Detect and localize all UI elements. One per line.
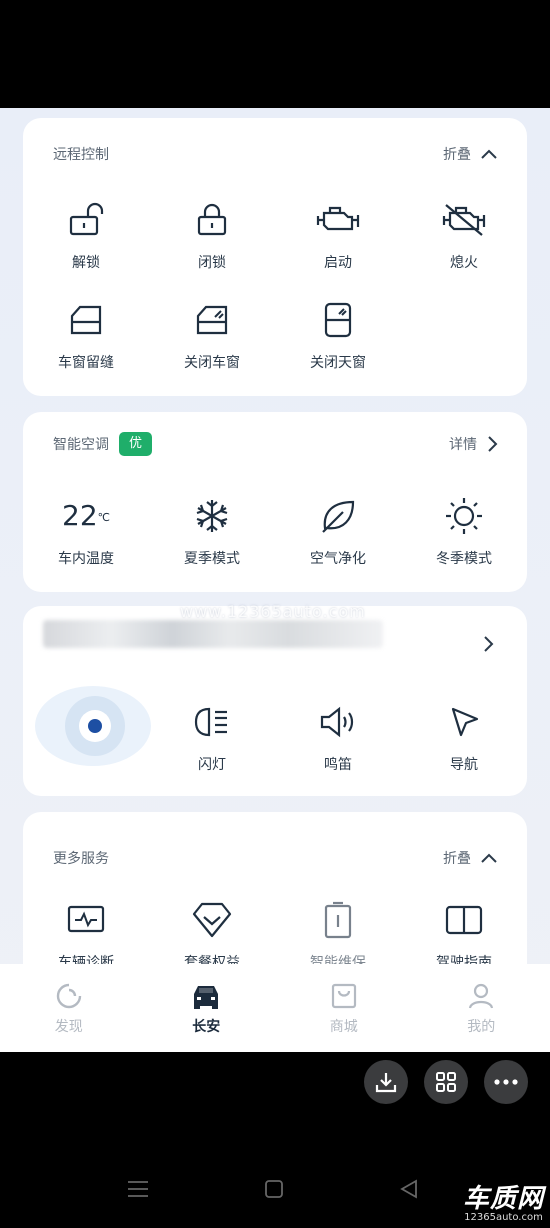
remote-control-title: 远程控制 bbox=[53, 147, 109, 163]
winter-mode-button[interactable]: 冬季模式 bbox=[401, 496, 527, 596]
more-dots-icon bbox=[494, 1079, 518, 1085]
collapse-services-button[interactable]: 折叠 bbox=[443, 848, 497, 868]
tab-discover[interactable]: 发现 bbox=[0, 964, 138, 1052]
grid-icon bbox=[436, 1072, 456, 1092]
chevron-up-icon bbox=[481, 149, 497, 159]
snowflake-icon bbox=[196, 500, 228, 532]
profile-icon bbox=[469, 983, 494, 1009]
package-icon bbox=[192, 902, 232, 938]
close-sunroof-label: 关闭天窗 bbox=[310, 355, 366, 371]
tab-discover-label: 发现 bbox=[54, 1019, 83, 1035]
temperature-value: 22℃ bbox=[62, 499, 110, 532]
home-icon[interactable] bbox=[265, 1180, 283, 1198]
smart-ac-card: 智能空调 优 详情 22℃ 车内温度 夏季模式 空气净化 冬季模式 bbox=[23, 412, 527, 592]
engine-off-button[interactable]: 熄火 bbox=[401, 200, 527, 300]
close-window-label: 关闭车窗 bbox=[184, 355, 240, 371]
headlight-icon bbox=[194, 707, 227, 737]
tab-changan-label: 长安 bbox=[192, 1019, 221, 1035]
horn-icon bbox=[320, 706, 354, 738]
download-button[interactable] bbox=[364, 1060, 408, 1104]
sun-icon bbox=[446, 498, 482, 534]
remote-control-header: 远程控制 折叠 bbox=[53, 142, 497, 166]
more-services-title: 更多服务 bbox=[53, 851, 109, 867]
window-gap-icon bbox=[70, 305, 102, 335]
chevron-up-icon bbox=[481, 853, 497, 863]
honk-label: 鸣笛 bbox=[324, 757, 352, 773]
summer-mode-button[interactable]: 夏季模式 bbox=[149, 496, 275, 596]
download-icon bbox=[375, 1073, 397, 1093]
sunroof-close-icon bbox=[324, 302, 352, 338]
navigation-icon bbox=[451, 707, 479, 737]
window-gap-label: 车窗留缝 bbox=[58, 355, 114, 371]
temperature-unit: ℃ bbox=[97, 511, 110, 524]
flash-lights-button[interactable]: 闪灯 bbox=[149, 702, 275, 802]
vehicle-location-card: 闪灯 鸣笛 导航 bbox=[23, 606, 527, 796]
navigation-label: 导航 bbox=[450, 757, 478, 773]
close-sunroof-button[interactable]: 关闭天窗 bbox=[275, 300, 401, 400]
unlock-label: 解锁 bbox=[72, 255, 100, 271]
back-icon[interactable] bbox=[400, 1179, 418, 1199]
lock-label: 闭锁 bbox=[198, 255, 226, 271]
app-content: 远程控制 折叠 解锁 闭锁 启动 熄火 车窗留缝 关闭车窗 关闭天窗 智能空调 … bbox=[0, 108, 550, 1052]
engine-start-button[interactable]: 启动 bbox=[275, 200, 401, 300]
air-quality-badge: 优 bbox=[119, 432, 153, 456]
unlock-button[interactable]: 解锁 bbox=[23, 200, 149, 300]
cabin-temperature: 22℃ 车内温度 bbox=[23, 496, 149, 596]
bottom-tab-bar: 发现 长安 商城 我的 bbox=[0, 964, 550, 1052]
navigation-button[interactable]: 导航 bbox=[401, 702, 527, 802]
brand-url: 12365auto.com bbox=[464, 1212, 543, 1223]
details-button[interactable]: 详情 bbox=[449, 434, 498, 454]
more-options-button[interactable] bbox=[484, 1060, 528, 1104]
cabin-temperature-label: 车内温度 bbox=[58, 551, 114, 567]
flash-lights-label: 闪灯 bbox=[198, 757, 226, 773]
summer-mode-label: 夏季模式 bbox=[184, 551, 240, 567]
brand-watermark: 车质网 12365auto.com bbox=[463, 1186, 544, 1223]
tab-changan[interactable]: 长安 bbox=[138, 964, 276, 1052]
brand-name: 车质网 bbox=[462, 1184, 544, 1214]
tab-mine-label: 我的 bbox=[467, 1019, 496, 1035]
close-window-button[interactable]: 关闭车窗 bbox=[149, 300, 275, 400]
engine-off-label: 熄火 bbox=[450, 255, 478, 271]
remote-control-card: 远程控制 折叠 解锁 闭锁 启动 熄火 车窗留缝 关闭车窗 关闭天窗 bbox=[23, 118, 527, 396]
car-icon bbox=[194, 986, 219, 1009]
honk-button[interactable]: 鸣笛 bbox=[275, 702, 401, 802]
chevron-right-icon[interactable] bbox=[483, 636, 494, 652]
discover-icon bbox=[56, 983, 81, 1009]
air-purify-label: 空气净化 bbox=[310, 551, 366, 567]
engine-start-label: 启动 bbox=[324, 255, 352, 271]
menu-icon[interactable] bbox=[128, 1180, 148, 1198]
air-purify-button[interactable]: 空气净化 bbox=[275, 496, 401, 596]
window-gap-button[interactable]: 车窗留缝 bbox=[23, 300, 149, 400]
collapse-button[interactable]: 折叠 bbox=[443, 144, 497, 164]
blurred-vehicle-info bbox=[43, 620, 383, 648]
winter-mode-label: 冬季模式 bbox=[436, 551, 492, 567]
mall-icon bbox=[331, 983, 356, 1009]
leaf-icon bbox=[322, 500, 355, 533]
watermark: www.12365auto.com bbox=[180, 602, 366, 621]
more-services-header: 更多服务 折叠 bbox=[53, 846, 497, 870]
engine-off-icon bbox=[442, 204, 486, 236]
tab-mall-label: 商城 bbox=[329, 1019, 358, 1035]
maintenance-icon bbox=[324, 901, 352, 939]
diagnosis-icon bbox=[67, 905, 105, 933]
engine-start-icon bbox=[316, 206, 360, 231]
smart-ac-title: 智能空调 bbox=[53, 437, 109, 453]
tab-mall[interactable]: 商城 bbox=[275, 964, 413, 1052]
unlock-icon bbox=[69, 202, 104, 236]
window-close-icon bbox=[196, 305, 228, 335]
smart-ac-header: 智能空调 优 详情 bbox=[53, 432, 498, 456]
guide-book-icon bbox=[445, 905, 483, 935]
lock-button[interactable]: 闭锁 bbox=[149, 200, 275, 300]
lock-icon bbox=[197, 203, 227, 236]
chevron-right-icon bbox=[488, 436, 498, 452]
apps-grid-button[interactable] bbox=[424, 1060, 468, 1104]
tab-mine[interactable]: 我的 bbox=[413, 964, 550, 1052]
